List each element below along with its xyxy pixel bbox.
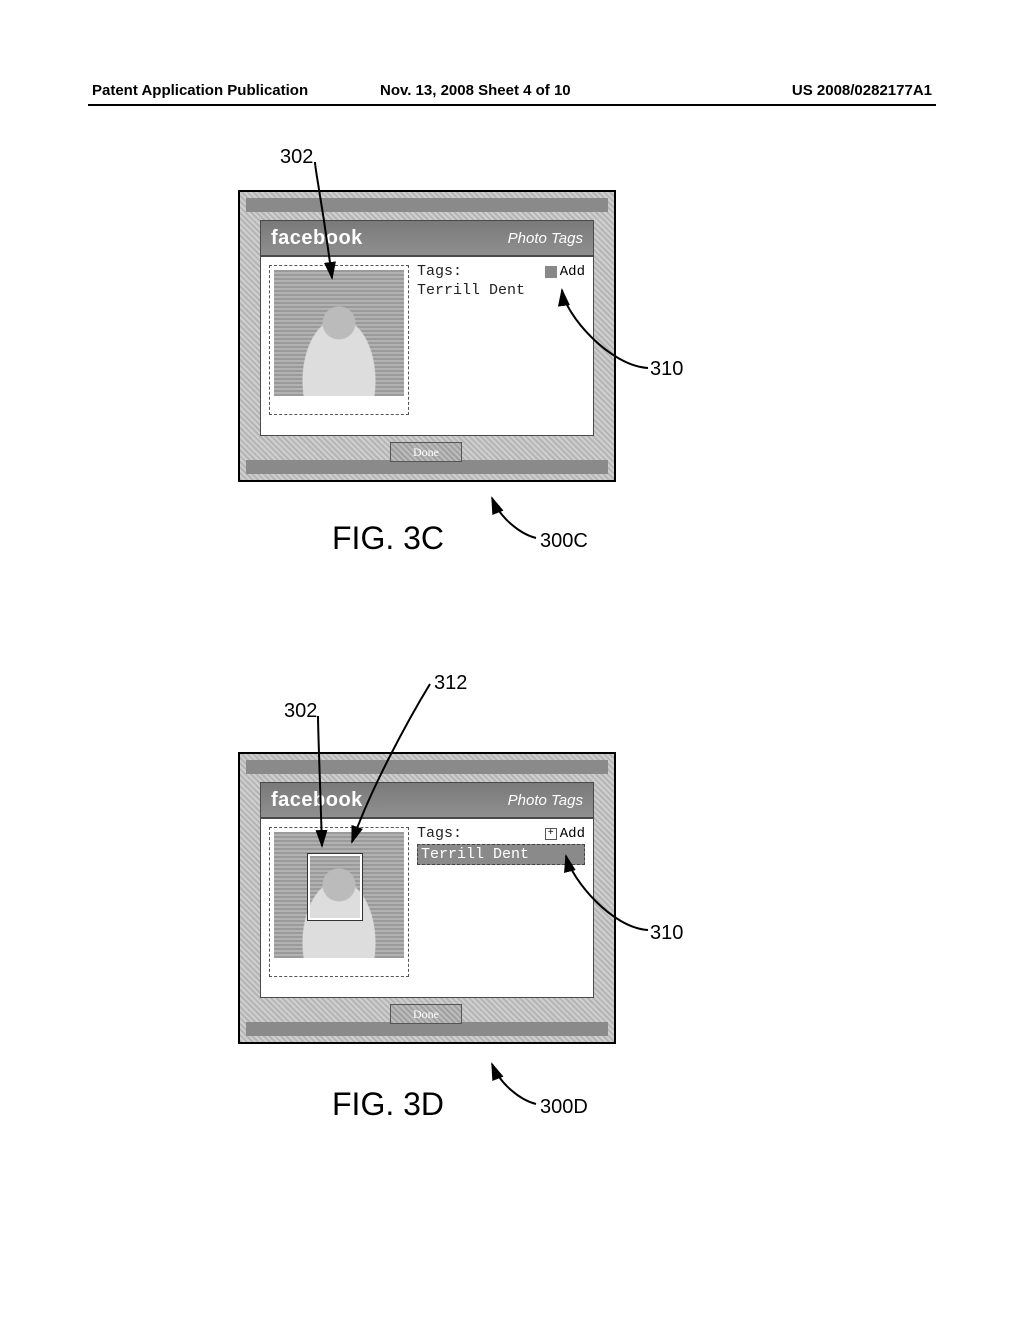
- ref-300c: 300C: [540, 530, 588, 553]
- page-header: Patent Application Publication Nov. 13, …: [92, 82, 932, 99]
- add-tag-button[interactable]: Add: [545, 264, 585, 280]
- brand-label: facebook: [271, 227, 363, 250]
- chrome-top: [246, 198, 608, 212]
- photo-thumbnail-area: [261, 819, 411, 997]
- ref-302: 302: [280, 146, 313, 169]
- section-label: Photo Tags: [508, 792, 583, 809]
- add-label: Add: [560, 826, 585, 842]
- ref-310: 310: [650, 358, 683, 381]
- tags-heading: Tags:: [417, 263, 462, 280]
- device-screenshot-3c: facebook Photo Tags Tags: Add Terrill De…: [238, 190, 616, 482]
- brand-label: facebook: [271, 789, 363, 812]
- photo-frame[interactable]: [269, 265, 409, 415]
- ref-310: 310: [650, 922, 683, 945]
- add-icon: [545, 266, 557, 278]
- chrome-bottom: [246, 460, 608, 474]
- device-screenshot-3d: facebook Photo Tags Tags: + Add: [238, 752, 616, 1044]
- add-label: Add: [560, 264, 585, 280]
- photo-image: [274, 270, 404, 396]
- add-tag-button[interactable]: + Add: [545, 826, 585, 842]
- figure-caption-3c: FIG. 3C: [332, 520, 444, 557]
- section-label: Photo Tags: [508, 230, 583, 247]
- header-rule: [88, 104, 936, 106]
- figure-3c: facebook Photo Tags Tags: Add Terrill De…: [0, 140, 1024, 560]
- tags-panel: Tags: Add Terrill Dent: [411, 257, 593, 435]
- face-tag-box[interactable]: [308, 854, 362, 920]
- chrome-bottom: [246, 1022, 608, 1036]
- tags-panel: Tags: + Add Terrill Dent: [411, 819, 593, 997]
- photo-image: [274, 832, 404, 958]
- ref-312: 312: [434, 672, 467, 695]
- header-right: US 2008/0282177A1: [792, 82, 932, 99]
- photo-thumbnail-area: [261, 257, 411, 435]
- photo-frame[interactable]: [269, 827, 409, 977]
- app-title-bar: facebook Photo Tags: [260, 220, 594, 256]
- app-body: Tags: Add Terrill Dent: [260, 256, 594, 436]
- ref-302: 302: [284, 700, 317, 723]
- header-left: Patent Application Publication: [92, 82, 308, 99]
- done-button[interactable]: Done: [390, 1004, 462, 1024]
- ref-300d: 300D: [540, 1096, 588, 1119]
- chrome-top: [246, 760, 608, 774]
- plus-icon: +: [545, 828, 557, 840]
- app-title-bar: facebook Photo Tags: [260, 782, 594, 818]
- tag-item[interactable]: Terrill Dent: [417, 282, 585, 299]
- done-button[interactable]: Done: [390, 442, 462, 462]
- tags-heading: Tags:: [417, 825, 462, 842]
- tag-item-selected[interactable]: Terrill Dent: [417, 844, 585, 865]
- figure-3d: facebook Photo Tags Tags: + Add: [0, 660, 1024, 1160]
- figure-caption-3d: FIG. 3D: [332, 1086, 444, 1123]
- app-body: Tags: + Add Terrill Dent: [260, 818, 594, 998]
- header-center: Nov. 13, 2008 Sheet 4 of 10: [380, 82, 571, 99]
